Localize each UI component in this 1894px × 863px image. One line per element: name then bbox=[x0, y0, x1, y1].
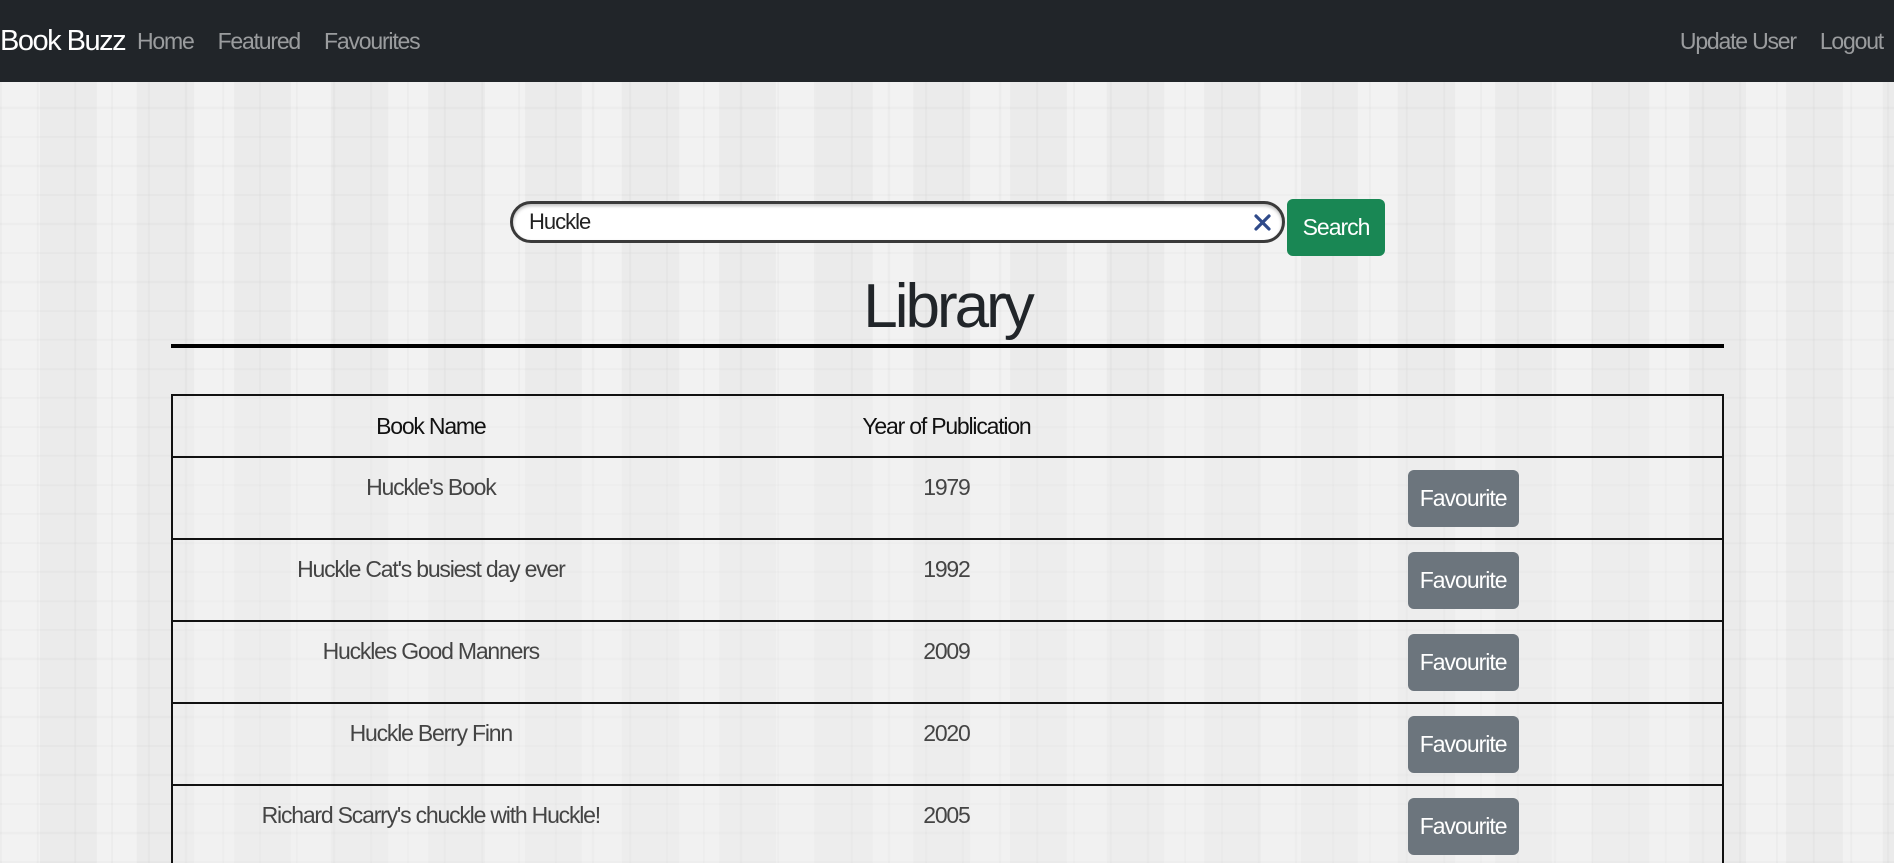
nav-link-home[interactable]: Home bbox=[137, 26, 195, 56]
book-year-cell: 1992 bbox=[688, 538, 1205, 622]
search-button[interactable]: Search bbox=[1287, 199, 1385, 256]
favourite-button[interactable]: Favourite bbox=[1407, 552, 1519, 609]
table-row: Huckles Good Manners 2009 Favourite bbox=[172, 620, 1723, 704]
search-input[interactable] bbox=[529, 208, 1229, 236]
table-row: Richard Scarry's chuckle with Huckle! 20… bbox=[172, 784, 1723, 863]
book-year-cell: 2020 bbox=[688, 702, 1205, 786]
book-year-cell: 2005 bbox=[688, 784, 1205, 863]
nav-link-logout[interactable]: Logout bbox=[1820, 26, 1884, 56]
book-year: 2005 bbox=[923, 802, 971, 828]
book-name-cell: Huckle Cat's busiest day ever bbox=[172, 538, 689, 622]
table-row: Huckle Berry Finn 2020 Favourite bbox=[172, 702, 1723, 786]
nav-link-update-user[interactable]: Update User bbox=[1680, 26, 1797, 56]
book-name-cell: Huckle's Book bbox=[172, 456, 689, 540]
books-table: Book Name Year of Publication Huckle's B… bbox=[171, 394, 1724, 863]
close-icon[interactable] bbox=[1252, 210, 1274, 234]
book-year: 1992 bbox=[923, 556, 971, 582]
search-box bbox=[510, 201, 1285, 243]
book-name: Huckle Cat's busiest day ever bbox=[297, 556, 566, 582]
book-year: 1979 bbox=[923, 474, 971, 500]
book-name: Huckle's Book bbox=[366, 474, 497, 500]
table-row: Huckle Cat's busiest day ever 1992 Favou… bbox=[172, 538, 1723, 622]
book-name: Richard Scarry's chuckle with Huckle! bbox=[261, 802, 602, 828]
column-header-book-name: Book Name bbox=[172, 394, 689, 458]
table-header-row: Book Name Year of Publication bbox=[172, 394, 1723, 458]
action-cell: Favourite bbox=[1204, 538, 1723, 622]
book-name: Huckles Good Manners bbox=[322, 638, 541, 664]
table-row: Huckle's Book 1979 Favourite bbox=[172, 456, 1723, 540]
book-name-cell: Richard Scarry's chuckle with Huckle! bbox=[172, 784, 689, 863]
brand-logo[interactable]: Book Buzz bbox=[0, 22, 127, 60]
action-cell: Favourite bbox=[1204, 456, 1723, 540]
favourite-button[interactable]: Favourite bbox=[1407, 716, 1519, 773]
top-navbar: Book Buzz Home Featured Favourites Updat… bbox=[0, 0, 1894, 82]
page-title: Library bbox=[863, 272, 1035, 341]
column-header-year: Year of Publication bbox=[688, 394, 1205, 458]
favourite-button[interactable]: Favourite bbox=[1407, 470, 1519, 527]
book-name: Huckle Berry Finn bbox=[349, 720, 514, 746]
nav-link-featured[interactable]: Featured bbox=[218, 26, 302, 56]
nav-links: Home Featured Favourites bbox=[137, 26, 421, 56]
favourite-button[interactable]: Favourite bbox=[1407, 634, 1519, 691]
nav-user-links: Update User Logout bbox=[1680, 26, 1884, 56]
action-cell: Favourite bbox=[1204, 702, 1723, 786]
title-divider bbox=[171, 344, 1724, 348]
column-header-action bbox=[1204, 394, 1723, 458]
action-cell: Favourite bbox=[1204, 620, 1723, 704]
book-year-cell: 2009 bbox=[688, 620, 1205, 704]
book-year: 2020 bbox=[923, 720, 971, 746]
book-year: 2009 bbox=[923, 638, 971, 664]
book-year-cell: 1979 bbox=[688, 456, 1205, 540]
book-name-cell: Huckles Good Manners bbox=[172, 620, 689, 704]
action-cell: Favourite bbox=[1204, 784, 1723, 863]
book-name-cell: Huckle Berry Finn bbox=[172, 702, 689, 786]
nav-link-favourites[interactable]: Favourites bbox=[324, 26, 421, 56]
favourite-button[interactable]: Favourite bbox=[1407, 798, 1519, 855]
